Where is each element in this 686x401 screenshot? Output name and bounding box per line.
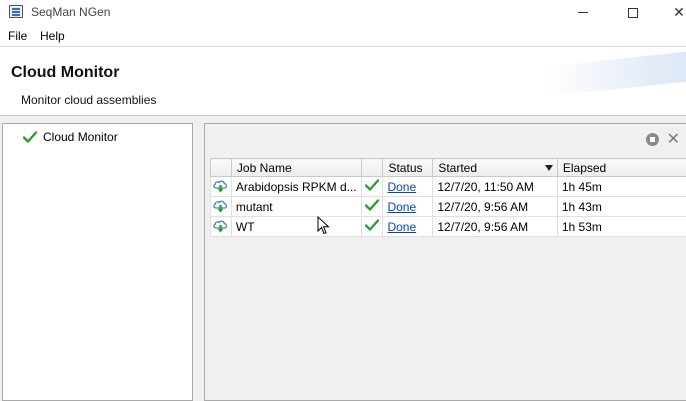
status-cell: Done xyxy=(382,196,434,217)
maximize-icon xyxy=(628,7,638,18)
minimize-button[interactable] xyxy=(560,0,606,25)
check-icon xyxy=(360,196,384,217)
column-header-started[interactable]: Started xyxy=(432,158,558,177)
started-cell: 12/7/20, 9:56 AM xyxy=(432,196,558,217)
status-done-link[interactable]: Done xyxy=(387,200,416,214)
header-decoration xyxy=(546,47,686,97)
sidebar-item-cloud-monitor[interactable]: Cloud Monitor xyxy=(23,128,118,146)
cloud-download-icon[interactable] xyxy=(210,196,232,217)
minimize-icon xyxy=(578,12,588,13)
page-title: Cloud Monitor xyxy=(11,64,120,81)
column-header-elapsed[interactable]: Elapsed xyxy=(556,158,686,177)
sort-descending-icon xyxy=(544,165,553,171)
cloud-download-icon[interactable] xyxy=(210,216,232,237)
check-icon xyxy=(360,216,384,237)
page-header: Cloud Monitor Monitor cloud assemblies xyxy=(0,47,686,116)
jobs-table: Job Name Status Started Elapsed Arabidop… xyxy=(210,158,686,237)
job-name-cell: mutant xyxy=(230,196,362,217)
job-name-cell: Arabidopsis RPKM d... xyxy=(230,176,362,197)
mouse-cursor-icon xyxy=(317,216,330,235)
sidebar-item-label: Cloud Monitor xyxy=(43,130,118,144)
check-icon xyxy=(23,131,37,143)
cloud-download-icon[interactable] xyxy=(210,176,232,197)
started-cell: 12/7/20, 11:50 AM xyxy=(432,176,558,197)
check-icon xyxy=(360,176,384,197)
elapsed-cell: 1h 53m xyxy=(556,216,686,237)
table-header-row: Job Name Status Started Elapsed xyxy=(210,158,686,177)
close-icon[interactable]: ✕ xyxy=(667,132,680,148)
app-icon xyxy=(9,5,23,18)
menu-help[interactable]: Help xyxy=(40,29,65,43)
column-header-job-name[interactable]: Job Name xyxy=(230,158,362,177)
navigation-panel: Cloud Monitor xyxy=(2,123,193,401)
status-cell: Done xyxy=(382,176,434,197)
job-name-cell: WT xyxy=(230,216,362,237)
table-row[interactable]: WT Done 12/7/20, 9:56 AM 1h 53m xyxy=(210,216,686,237)
column-header-started-label: Started xyxy=(438,160,478,175)
page-subtitle: Monitor cloud assemblies xyxy=(21,93,157,107)
jobs-panel: ✕ Job Name Status Started Elapsed Arabid… xyxy=(204,123,686,401)
title-bar: SeqMan NGen ✕ xyxy=(0,0,686,25)
status-cell: Done xyxy=(382,216,434,237)
column-header-done[interactable] xyxy=(360,158,384,177)
close-window-button[interactable]: ✕ xyxy=(656,0,686,25)
status-done-link[interactable]: Done xyxy=(387,220,416,234)
body-area: Cloud Monitor ✕ Job Name Status Started … xyxy=(0,117,686,401)
table-row[interactable]: mutant Done 12/7/20, 9:56 AM 1h 43m xyxy=(210,196,686,217)
elapsed-cell: 1h 43m xyxy=(556,196,686,217)
window-title: SeqMan NGen xyxy=(31,5,111,19)
column-header-status[interactable]: Status xyxy=(382,158,434,177)
menu-file[interactable]: File xyxy=(8,29,27,43)
panel-toolbar: ✕ xyxy=(645,132,680,148)
menu-bar: File Help xyxy=(0,25,686,47)
elapsed-cell: 1h 45m xyxy=(556,176,686,197)
column-header-icon[interactable] xyxy=(210,158,232,177)
table-row[interactable]: Arabidopsis RPKM d... Done 12/7/20, 11:50 … xyxy=(210,176,686,197)
close-icon: ✕ xyxy=(673,4,685,20)
started-cell: 12/7/20, 9:56 AM xyxy=(432,216,558,237)
maximize-button[interactable] xyxy=(610,0,656,25)
stop-icon[interactable] xyxy=(645,133,659,146)
status-done-link[interactable]: Done xyxy=(387,180,416,194)
